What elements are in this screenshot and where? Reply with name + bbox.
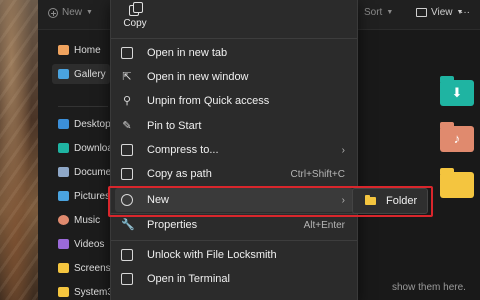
music-note-icon: ♪: [453, 131, 461, 146]
documents-icon: [58, 167, 69, 177]
view-button-label: View: [431, 7, 453, 18]
menu-item-shortcut: Alt+Enter: [303, 219, 345, 231]
compress-icon: [121, 144, 133, 156]
menu-item-unpin-quick-access[interactable]: ⚲ Unpin from Quick access: [115, 89, 353, 113]
copy-icon: [129, 2, 143, 16]
properties-icon: 🔧: [121, 219, 135, 231]
music-folder-tile[interactable]: ♪: [440, 122, 474, 152]
chevron-right-icon: ›: [341, 194, 345, 206]
downloads-folder-tile[interactable]: ⬇: [440, 76, 474, 106]
menu-item-label: Open in new window: [147, 71, 249, 83]
nav-item-videos[interactable]: Videos: [58, 234, 114, 254]
chevron-right-icon: ›: [341, 144, 345, 156]
new-submenu: Folder: [352, 188, 428, 214]
download-arrow-icon: ⬇: [451, 85, 463, 100]
new-icon: [121, 194, 133, 206]
nav-item-label: Music: [74, 214, 101, 226]
menu-item-label: Open in new tab: [147, 47, 228, 59]
nav-item-desktop[interactable]: Desktop: [58, 114, 114, 134]
file-list-area: ⬇ ♪ show them here.: [368, 30, 480, 300]
menu-item-file-locksmith[interactable]: Unlock with File Locksmith: [115, 243, 353, 267]
context-menu: Copy Open in new tab ⇱ Open in new windo…: [110, 0, 358, 300]
menu-divider: [111, 38, 357, 39]
menu-item-compress-to[interactable]: Compress to... ›: [115, 138, 353, 162]
nav-item-system32[interactable]: System3: [58, 282, 114, 300]
menu-item-label: New: [147, 194, 170, 206]
home-icon: [58, 45, 69, 55]
nav-item-downloads[interactable]: Downloads: [58, 138, 123, 158]
folder-icon: [365, 195, 376, 205]
lock-icon: [121, 249, 133, 261]
navigation-pane: Home Gallery Desktop Downloads Documents…: [38, 30, 125, 300]
desktop-wallpaper: [0, 0, 38, 300]
pin-icon: ✎: [122, 120, 132, 132]
copy-button[interactable]: Copy: [119, 2, 151, 29]
videos-icon: [58, 239, 69, 249]
desktop-icon: [58, 119, 69, 129]
nav-item-screenshots[interactable]: Screensh: [58, 258, 116, 278]
nav-item-label: System3: [74, 286, 113, 298]
sort-button[interactable]: Sort ▼: [364, 7, 393, 18]
nav-item-label: Desktop: [74, 118, 111, 130]
menu-item-shortcut: Ctrl+Shift+C: [290, 168, 345, 180]
plus-icon: [48, 7, 58, 18]
menu-item-copy-as-path[interactable]: Copy as path Ctrl+Shift+C: [115, 162, 353, 186]
sort-button-label: Sort: [364, 7, 383, 18]
nav-item-label: Pictures: [74, 190, 111, 202]
copy-button-label: Copy: [123, 18, 147, 29]
copy-path-icon: [121, 168, 133, 180]
view-icon: [416, 8, 427, 17]
submenu-item-folder[interactable]: Folder: [386, 195, 417, 207]
nav-item-pictures[interactable]: Pictures: [58, 186, 114, 206]
terminal-icon: [121, 273, 133, 285]
menu-divider: [111, 240, 357, 241]
menu-item-pin-to-start[interactable]: ✎ Pin to Start: [115, 114, 353, 138]
nav-item-gallery[interactable]: Gallery: [52, 64, 110, 84]
empty-state-hint: show them here.: [392, 282, 466, 293]
chevron-down-icon: ▼: [386, 9, 394, 16]
nav-item-label: Videos: [74, 238, 105, 250]
nav-item-music[interactable]: Music: [58, 210, 114, 230]
view-button[interactable]: View ▼: [416, 7, 463, 18]
unpin-icon: ⚲: [122, 95, 132, 107]
gallery-icon: [58, 69, 69, 79]
music-icon: [58, 215, 69, 225]
nav-item-label: Home: [74, 44, 101, 56]
downloads-icon: [58, 143, 69, 153]
menu-item-label: Unlock with File Locksmith: [147, 249, 277, 261]
menu-item-label: Properties: [147, 219, 198, 231]
new-button-label: New: [62, 7, 83, 18]
menu-item-label: Compress to...: [147, 144, 219, 156]
pictures-icon: [58, 191, 69, 201]
folder-icon: [58, 287, 69, 297]
more-options-button[interactable]: ···: [460, 7, 470, 18]
nav-item-label: Gallery: [74, 68, 106, 80]
menu-item-properties[interactable]: 🔧 Properties Alt+Enter: [115, 213, 353, 237]
menu-item-open-new-tab[interactable]: Open in new tab: [115, 41, 353, 65]
folder-icon: [58, 263, 69, 273]
menu-item-new[interactable]: New ›: [115, 188, 353, 212]
menu-divider: [111, 186, 357, 187]
open-new-window-icon: ⇱: [122, 71, 132, 83]
new-button[interactable]: New ▼: [48, 7, 93, 18]
menu-item-label: Copy as path: [147, 168, 212, 180]
menu-item-open-terminal[interactable]: Open in Terminal: [115, 267, 353, 291]
nav-item-documents[interactable]: Documents: [58, 162, 125, 182]
menu-item-open-new-window[interactable]: ⇱ Open in new window: [115, 65, 353, 89]
menu-item-label: Pin to Start: [147, 120, 202, 132]
nav-item-home[interactable]: Home: [58, 40, 114, 60]
menu-item-label: Open in Terminal: [147, 273, 230, 285]
menu-item-label: Unpin from Quick access: [147, 95, 270, 107]
chevron-down-icon: ▼: [86, 9, 93, 16]
folder-tile[interactable]: [440, 168, 474, 198]
nav-divider: [58, 106, 108, 107]
open-new-tab-icon: [121, 47, 133, 59]
more-icon: ···: [460, 7, 470, 18]
